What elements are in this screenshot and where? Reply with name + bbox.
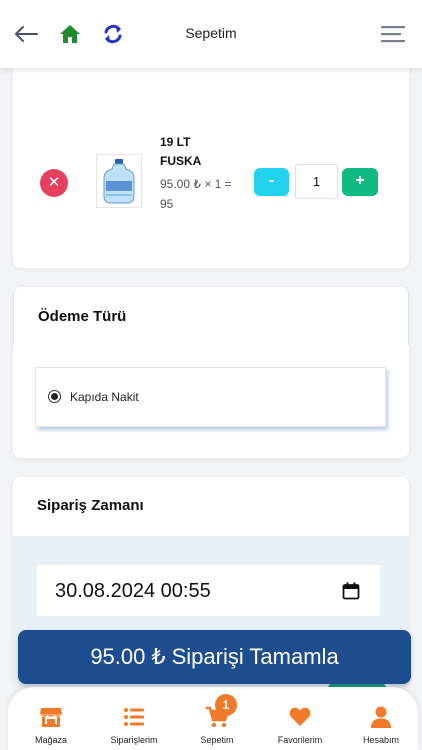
payment-type-header: Ödeme Türü [13,287,409,345]
cart-count-badge: 1 [215,694,237,716]
menu-icon[interactable] [380,22,406,46]
payment-option-label: Kapıda Nakit [70,390,139,404]
order-time-title: Sipariş Zamanı [37,497,144,514]
nav-label-cart: Sepetim [200,735,234,745]
payment-type-card: Ödeme Türü Kapıda Nakit [13,287,409,458]
product-name: 19 LT FUSKA [160,135,202,168]
nav-label-account: Hesabım [362,735,399,745]
nav-item-store[interactable]: Mağaza [11,701,91,747]
payment-option-cash[interactable]: Kapıda Nakit [35,367,386,427]
heart-icon [288,705,312,729]
nav-label-store: Mağaza [34,735,68,745]
datetime-input[interactable]: 30.08.2024 00:55 [36,564,381,617]
nav-item-account[interactable]: Hesabım [341,701,421,747]
cart-item-card: ✕ 19 LT FUSKA 95.00 ₺ × 1 = 95 - + [13,64,409,268]
radio-selected-dot [51,393,58,400]
complete-order-button[interactable]: 95.00 ₺ Siparişi Tamamla [18,630,411,684]
nav-label-favorites: Favorilerim [277,735,323,745]
nav-item-orders[interactable]: Siparişlerim [94,701,174,747]
bottom-navigation: Mağaza Siparişlerim 1 Sepetim Favorileri… [8,687,418,750]
product-price-line: 95.00 ₺ × 1 = 95 [160,177,232,211]
nav-label-orders: Siparişlerim [110,735,158,745]
nav-item-favorites[interactable]: Favorilerim [260,701,340,747]
user-icon [369,705,393,729]
payment-type-title: Ödeme Türü [38,308,127,325]
quantity-decrease-button[interactable]: - [254,168,289,196]
orders-list-icon [122,705,146,729]
store-icon [39,705,63,729]
quantity-increase-button[interactable]: + [342,168,378,196]
datetime-value: 30.08.2024 00:55 [55,580,211,602]
product-image [96,154,142,208]
page-title: Sepetim [185,25,237,41]
remove-item-button[interactable]: ✕ [40,169,68,197]
quantity-input[interactable] [295,164,338,199]
app-header: Sepetim [0,0,422,68]
radio-button[interactable] [48,390,61,403]
calendar-icon[interactable] [342,582,360,600]
nav-item-cart[interactable]: 1 Sepetim [177,694,257,747]
